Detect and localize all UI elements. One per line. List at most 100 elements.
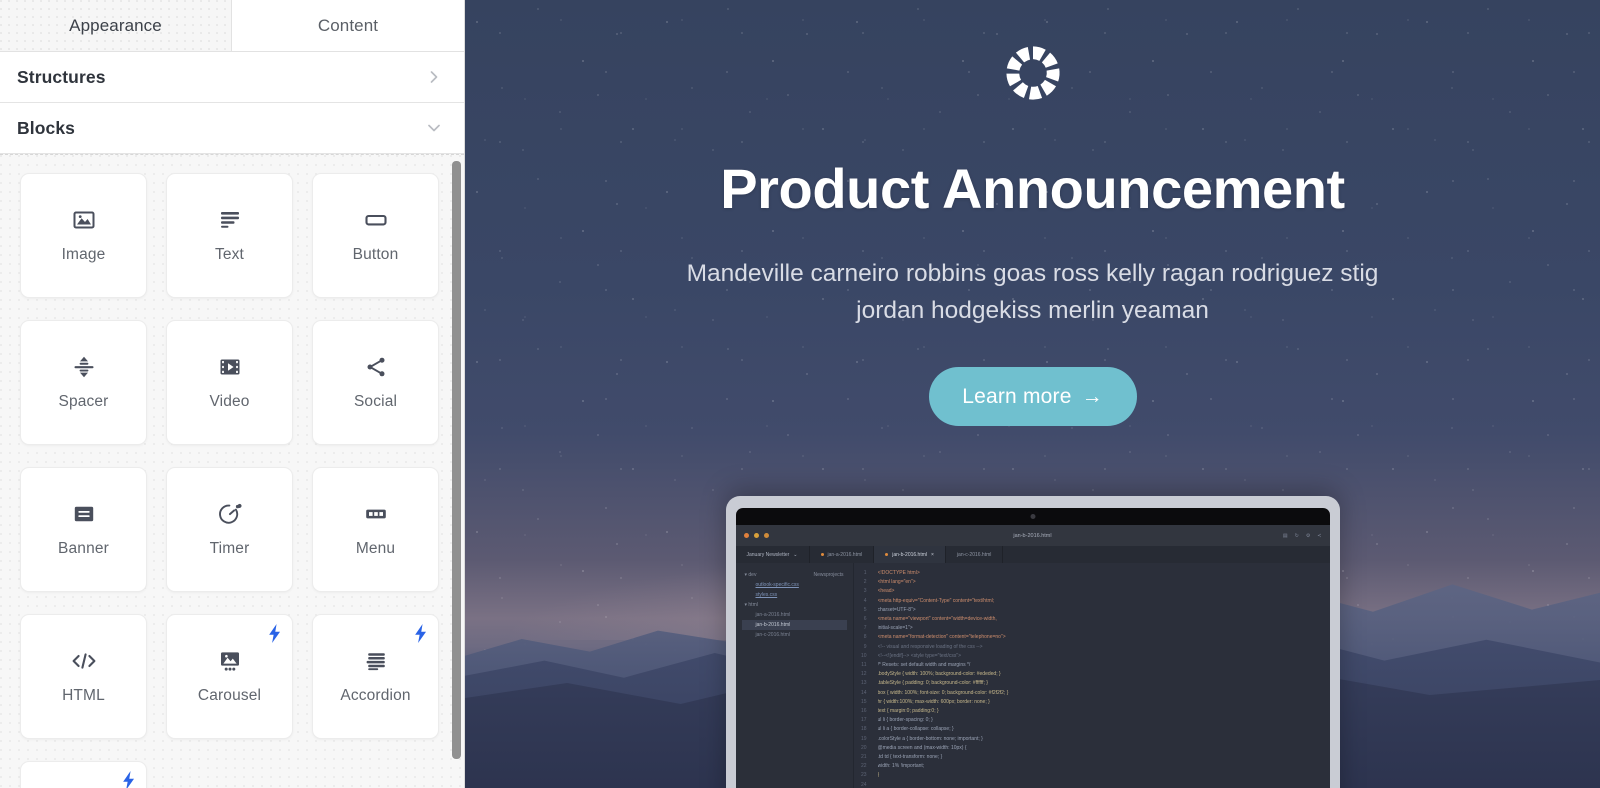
arrow-right-icon: →	[1081, 384, 1103, 408]
section-blocks[interactable]: Blocks	[0, 103, 464, 154]
block-tile-accordion[interactable]: Accordion	[312, 614, 439, 739]
code-line: text { margin:0; padding:0; }	[877, 708, 939, 715]
email-preview-canvas: Product Announcement Mandeville carneiro…	[465, 0, 1600, 788]
file-tree-item[interactable]: styles.css	[742, 590, 847, 600]
block-tile-spacer[interactable]: Spacer	[20, 320, 147, 445]
image-icon	[71, 207, 97, 233]
text-icon	[217, 207, 243, 233]
line-number: 2	[863, 579, 867, 586]
code-line: <html lang="en">	[877, 579, 916, 586]
block-tile-menu[interactable]: Menu	[312, 467, 439, 592]
segmented-wheel-logo-icon	[1003, 44, 1061, 102]
menu-icon	[363, 501, 389, 527]
file-tree-group[interactable]: ▾ dev Newsprojects	[742, 570, 847, 580]
line-number: 3	[863, 588, 867, 595]
lightning-bolt-icon	[267, 624, 282, 643]
settings-icon: ⚙	[1305, 532, 1311, 539]
block-tile-image[interactable]: Image	[20, 173, 147, 298]
block-tile-form[interactable]: Form	[20, 761, 147, 788]
share-icon: ≺	[1317, 532, 1322, 539]
editor-code-pane: 1234567891011121314151617181920212223242…	[853, 563, 1330, 788]
laptop-lid: jan-b-2016.html ▤ ↻ ⚙ ≺ January Newslett…	[725, 496, 1340, 788]
accordion-icon	[363, 648, 389, 674]
vertical-scrollbar-thumb[interactable]	[452, 161, 461, 760]
editor-window-title: jan-b-2016.html	[1013, 532, 1052, 539]
editor-tab[interactable]: jan-a-2016.html	[810, 546, 875, 563]
editor-tab[interactable]: jan-b-2016.html ×	[874, 546, 946, 563]
block-tile-label: Text	[214, 246, 245, 263]
file-tree-item[interactable]: jan-a-2016.html	[742, 610, 847, 620]
blocks-palette-area: Image Text Button Spacer Video Social Banner Ti…	[0, 154, 464, 788]
carousel-icon	[217, 648, 243, 674]
block-tile-label: Video	[209, 393, 250, 410]
line-number: 8	[863, 634, 867, 641]
code-icon	[71, 648, 97, 674]
block-tile-label: Carousel	[197, 687, 262, 704]
laptop-bezel: jan-b-2016.html ▤ ↻ ⚙ ≺ January Newslett…	[735, 508, 1330, 788]
line-number: 16	[860, 708, 867, 715]
line-number: 11	[861, 662, 867, 669]
tab-content[interactable]: Content	[232, 0, 464, 51]
block-tile-video[interactable]: Video	[166, 320, 293, 445]
editor-body: ▾ dev Newsprojects outlook-specific.css sty…	[735, 563, 1330, 788]
block-tile-social[interactable]: Social	[312, 320, 439, 445]
block-tile-label: Image	[61, 246, 106, 263]
file-tree-item[interactable]: jan-c-2016.html	[742, 630, 847, 640]
code-line: <!-- visual and responsive loading of th…	[877, 643, 983, 650]
banner-icon	[71, 501, 97, 527]
block-tile-label: HTML	[62, 687, 105, 704]
line-number: 21	[860, 754, 867, 761]
block-tile-html[interactable]: HTML	[20, 614, 147, 739]
file-tree-item[interactable]: jan-b-2016.html	[741, 620, 847, 630]
tab-content-label: Content	[317, 15, 379, 35]
editor-tab-label: jan-c-2016.html	[956, 551, 992, 558]
chevron-right-icon	[426, 69, 442, 85]
file-tree-group-label: ▾ html	[744, 602, 758, 608]
editor-titlebar: jan-b-2016.html ▤ ↻ ⚙ ≺	[735, 525, 1330, 546]
file-tree-group[interactable]: ▾ html	[742, 600, 847, 610]
block-tile-button[interactable]: Button	[312, 173, 439, 298]
code-line: .tableStyle { padding: 0; background-col…	[877, 680, 988, 687]
tab-appearance-label: Appearance	[69, 15, 162, 35]
editor-tab[interactable]: January Newsletter ⌄	[735, 546, 810, 563]
line-number: 9	[863, 643, 867, 650]
tab-appearance[interactable]: Appearance	[0, 0, 232, 51]
line-number: 1	[863, 570, 867, 576]
block-tile-banner[interactable]: Banner	[20, 467, 147, 592]
code-line: ul li { border-spacing: 0; }	[877, 717, 933, 724]
hero-section: Product Announcement Mandeville carneiro…	[465, 0, 1600, 427]
block-tile-label: Social	[353, 393, 398, 410]
block-tile-label: Timer	[209, 540, 250, 557]
code-line: initial-scale=1">	[877, 625, 913, 632]
code-line: box { width: 100%; font-size: 0; backgro…	[877, 689, 1009, 696]
file-tree-group-label: ▾ dev	[744, 572, 757, 578]
vertical-scrollbar[interactable]	[452, 161, 461, 784]
block-tile-carousel[interactable]: Carousel	[166, 614, 293, 739]
section-structures-label: Structures	[17, 66, 106, 87]
hero-subtitle: Mandeville carneiro robbins goas ross ke…	[686, 259, 1379, 325]
editor-tab[interactable]: jan-c-2016.html	[946, 546, 1004, 563]
block-tile-timer[interactable]: Timer	[166, 467, 293, 592]
editor-code-lines: <!DOCTYPE html> <html lang="en"> <head> <m…	[871, 563, 1330, 788]
learn-more-button[interactable]: Learn more →	[928, 367, 1137, 427]
editor-line-numbers: 1234567891011121314151617181920212223242…	[853, 563, 871, 788]
code-line: width: 1% !important;	[877, 763, 925, 770]
spacer-icon	[71, 354, 97, 380]
button-icon	[363, 207, 389, 233]
section-structures[interactable]: Structures	[0, 52, 464, 103]
modified-dot-icon	[885, 553, 889, 556]
editor-tab-label: jan-b-2016.html	[892, 551, 927, 558]
block-tile-text[interactable]: Text	[166, 173, 293, 298]
file-tree-item[interactable]: outlook-specific.css	[742, 580, 847, 590]
code-line: /* Resets: set default width and margins…	[877, 662, 971, 669]
close-icon[interactable]: ×	[931, 552, 934, 558]
editor-titlebar-icons: ▤ ↻ ⚙ ≺	[1283, 533, 1322, 539]
code-line: <head>	[877, 588, 895, 595]
line-number: 5	[863, 606, 867, 613]
line-number: 6	[863, 616, 867, 623]
sidebar-tabs: Appearance Content	[0, 0, 464, 52]
line-number: 18	[860, 726, 867, 733]
code-line: <meta http-equiv="Content-Type" content=…	[877, 597, 995, 604]
code-line: .td td { text-transform: none; }	[877, 754, 943, 761]
code-line: }	[877, 772, 880, 779]
